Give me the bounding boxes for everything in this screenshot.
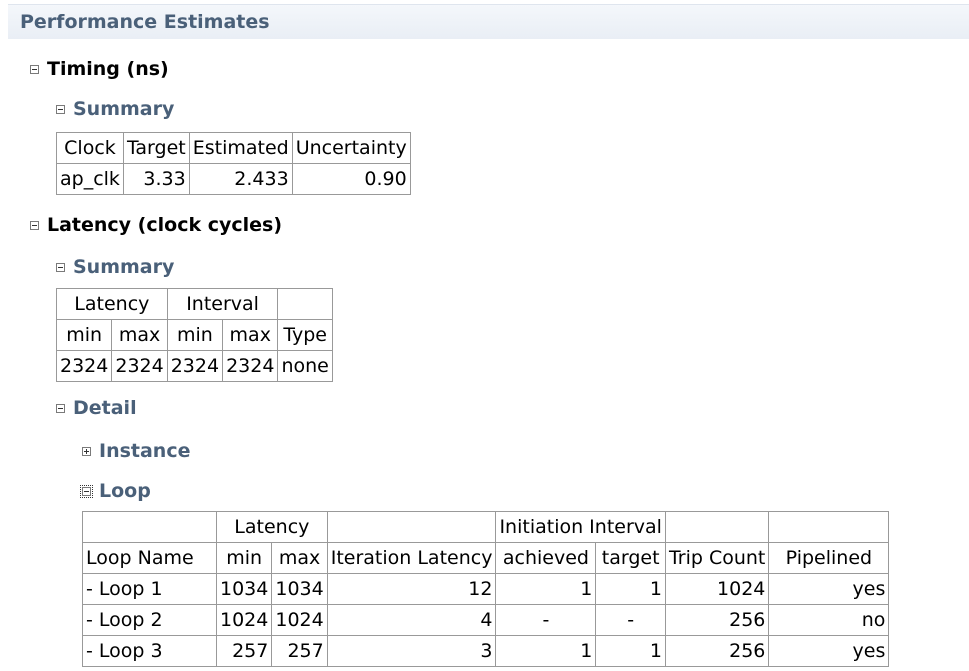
table-cell: 1 (595, 635, 666, 667)
table-cell: 2324 (111, 350, 168, 382)
table-row: 2324 2324 2324 2324 none (55, 350, 333, 382)
loop-name-cell[interactable]: - Loop 3 (82, 635, 217, 667)
loop-name-cell[interactable]: - Loop 2 (82, 604, 217, 636)
column-header: min (215, 542, 273, 574)
column-header: Estimated (188, 132, 293, 164)
instance-section-header[interactable]: Instance (82, 440, 190, 462)
column-header: min (55, 319, 113, 351)
table-row: - Loop 3 257 257 3 1 1 256 yes (82, 635, 890, 667)
table-cell: 1024 (271, 604, 328, 636)
table-cell: 256 (664, 604, 770, 636)
table-cell: none (277, 350, 333, 382)
collapse-icon[interactable] (30, 64, 39, 74)
column-header: Clock (56, 132, 124, 164)
table-cell: 1024 (664, 573, 770, 605)
detail-heading: Detail (73, 397, 137, 419)
timing-heading: Timing (ns) (47, 58, 169, 80)
table-cell: 4 (326, 604, 497, 636)
latency-section-header[interactable]: Latency (clock cycles) (30, 214, 282, 236)
table-row: ap_clk 3.33 2.433 0.90 (56, 163, 411, 195)
table-cell: 1 (495, 635, 597, 667)
timing-summary-heading: Summary (73, 98, 175, 120)
column-header: max (222, 319, 279, 351)
loop-name-cell[interactable]: - Loop 1 (82, 573, 217, 605)
instance-heading: Instance (99, 440, 191, 462)
collapse-icon[interactable] (56, 104, 65, 114)
column-header: Target (122, 132, 190, 164)
page-title: Performance Estimates (20, 11, 270, 33)
column-group-header (768, 511, 890, 543)
table-cell: no (768, 604, 890, 636)
column-group-header: Latency (216, 511, 328, 543)
column-header: target (595, 542, 666, 574)
table-cell: 2324 (166, 350, 224, 382)
table-cell: 12 (326, 573, 497, 605)
column-header: Iteration Latency (326, 542, 497, 574)
table-cell: 1 (595, 573, 666, 605)
column-header: Loop Name (82, 542, 217, 574)
table-group-header-row: Latency Interval (56, 288, 333, 320)
collapse-icon[interactable] (80, 484, 93, 498)
latency-heading: Latency (clock cycles) (47, 214, 283, 236)
table-cell: 0.90 (291, 163, 411, 195)
table-cell: 2324 (222, 350, 279, 382)
timing-summary-header[interactable]: Summary (56, 98, 174, 120)
column-header: Pipelined (768, 542, 890, 574)
collapse-icon[interactable] (30, 220, 39, 230)
table-cell: 257 (271, 635, 328, 667)
column-group-header: Latency (56, 288, 168, 320)
table-cell: yes (768, 635, 890, 667)
expand-icon[interactable] (82, 446, 91, 456)
table-cell: 3.33 (122, 163, 190, 195)
table-cell: - (595, 604, 666, 636)
loop-heading: Loop (99, 480, 151, 502)
collapse-icon[interactable] (56, 262, 65, 272)
loop-section-header[interactable]: Loop (80, 480, 151, 502)
collapse-icon[interactable] (56, 403, 65, 413)
column-group-header: Interval (166, 288, 279, 320)
column-group-header (82, 511, 217, 543)
column-group-header (326, 511, 497, 543)
table-cell: 256 (664, 635, 770, 667)
table-cell: - (495, 604, 597, 636)
table-header-row: Clock Target Estimated Uncertainty (56, 132, 411, 164)
table-cell: ap_clk (56, 163, 124, 195)
table-cell: yes (768, 573, 890, 605)
table-cell: 3 (326, 635, 497, 667)
column-group-header: Initiation Interval (495, 511, 666, 543)
table-header-row: Loop Name min max Iteration Latency achi… (82, 542, 890, 574)
column-header: Type (277, 319, 333, 351)
timing-section-header[interactable]: Timing (ns) (30, 58, 169, 80)
header-bar: Performance Estimates (8, 4, 969, 39)
latency-summary-heading: Summary (73, 256, 175, 278)
table-cell: 1034 (215, 573, 273, 605)
table-row: - Loop 1 1034 1034 12 1 1 1024 yes (82, 573, 890, 605)
table-row: - Loop 2 1024 1024 4 - - 256 no (82, 604, 890, 636)
latency-summary-header[interactable]: Summary (56, 256, 174, 278)
column-header: Uncertainty (291, 132, 411, 164)
column-header: max (111, 319, 168, 351)
timing-summary-table: Clock Target Estimated Uncertainty ap_cl… (56, 132, 411, 195)
detail-section-header[interactable]: Detail (56, 397, 137, 419)
loop-detail-table: Latency Initiation Interval Loop Name mi… (82, 511, 890, 667)
column-header: min (166, 319, 224, 351)
table-cell: 257 (215, 635, 273, 667)
column-group-header (664, 511, 770, 543)
table-cell: 1024 (215, 604, 273, 636)
table-cell: 1 (495, 573, 597, 605)
table-cell: 2.433 (188, 163, 293, 195)
table-group-header-row: Latency Initiation Interval (82, 511, 890, 543)
column-header: max (271, 542, 328, 574)
latency-summary-table: Latency Interval min max min max Type 23… (55, 288, 333, 382)
column-group-header (277, 288, 333, 320)
column-header: achieved (495, 542, 597, 574)
column-header: Trip Count (664, 542, 770, 574)
table-header-row: min max min max Type (55, 319, 333, 351)
table-cell: 2324 (55, 350, 113, 382)
table-cell: 1034 (271, 573, 328, 605)
